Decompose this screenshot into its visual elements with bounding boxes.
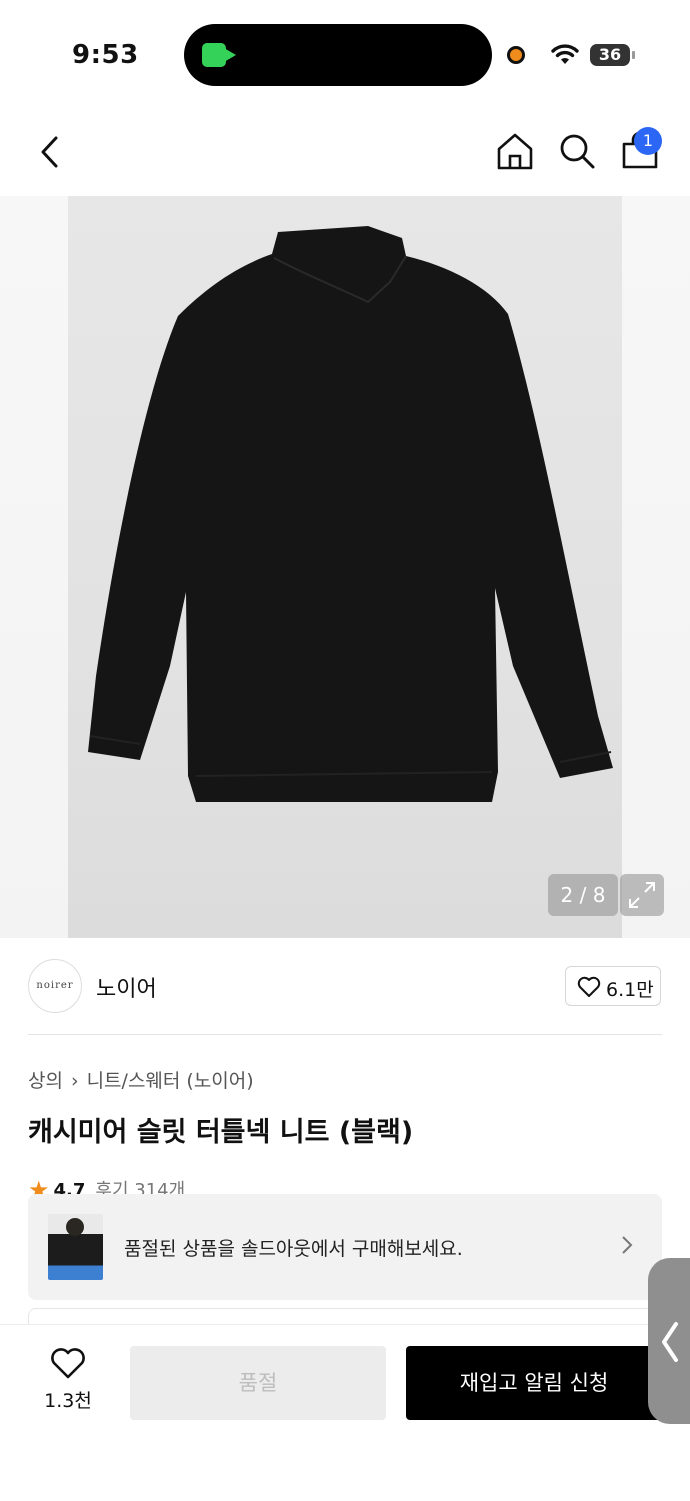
divider [28,1034,662,1035]
breadcrumb-category[interactable]: 상의 [28,1070,63,1092]
expand-button[interactable] [620,874,664,916]
home-icon[interactable] [496,132,534,170]
facetime-camera-icon [202,43,236,67]
chevron-left-icon [662,1322,678,1362]
brand-name[interactable]: 노이어 [96,971,157,1003]
heart-icon [577,976,601,997]
soldout-banner[interactable]: 품절된 상품을 솔드아웃에서 구매해보세요. [28,1194,662,1300]
product-image[interactable] [68,196,622,938]
banner-text: 품절된 상품을 솔드아웃에서 구매해보세요. [124,1238,463,1260]
back-arrow-icon[interactable] [36,134,68,170]
breadcrumb: 상의 › 니트/스웨터 (노이어) [28,1066,254,1093]
side-panel-handle[interactable] [648,1258,690,1424]
dynamic-island [184,24,492,86]
chevron-right-icon [622,1236,633,1254]
battery-icon: 36 [590,44,635,66]
status-bar: 9:53 36 [0,0,690,110]
image-counter: 2 / 8 [548,874,618,916]
chevron-right-icon: › [70,1070,79,1092]
wishlist-count: 1.3천 [44,1390,92,1412]
privacy-indicator-icon [507,46,525,64]
status-time: 9:53 [72,40,139,70]
wifi-icon [551,44,579,64]
restock-alert-button[interactable]: 재입고 알림 신청 [406,1346,662,1420]
sweater-image [88,226,613,802]
brand-like-count: 6.1만 [606,979,654,1001]
brand-like-button[interactable]: 6.1만 [565,966,661,1006]
wishlist-button[interactable]: 1.3천 [30,1348,106,1418]
search-icon[interactable] [558,132,596,170]
cart-count-badge: 1 [634,127,662,155]
breadcrumb-subcategory[interactable]: 니트/스웨터 (노이어) [87,1070,254,1092]
banner-thumbnail [48,1214,103,1280]
brand-logo[interactable]: noirer [28,959,82,1013]
expand-icon [629,882,655,908]
heart-icon [51,1348,85,1379]
soldout-button[interactable]: 품절 [130,1346,386,1420]
product-title: 캐시미어 슬릿 터틀넥 니트 (블랙) [28,1117,414,1148]
